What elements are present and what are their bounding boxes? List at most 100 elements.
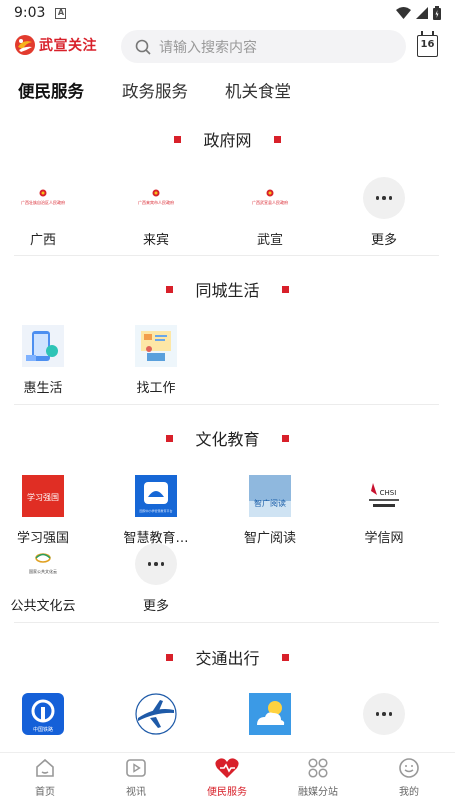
tabbar-video[interactable]: 视讯 (101, 757, 171, 798)
section-title-text: 政府网 (203, 131, 252, 150)
search-input[interactable]: 请输入搜索内容 (159, 37, 257, 57)
transport-item-more[interactable] (338, 692, 430, 745)
logo-text: 广西壮族自治区人民政府 (21, 199, 65, 205)
title-dot (166, 285, 174, 293)
airline-icon (134, 692, 178, 736)
culture-item-more[interactable]: 更多 (110, 542, 202, 614)
laibin-gov-logo: 广西来宾市人民政府 (134, 176, 178, 220)
search-bar[interactable]: 请输入搜索内容 (121, 30, 406, 63)
section-title-text: 同城生活 (195, 281, 260, 300)
status-bar: 9:03 A (0, 0, 455, 26)
culture-item-zhiguang-reading[interactable]: 智广阅读 智广阅读 (224, 474, 316, 546)
city-item-hui-life[interactable]: 惠生活 (0, 324, 89, 396)
gov-item-laibin[interactable]: 广西来宾市人民政府 来宾 (110, 176, 202, 248)
section-divider (14, 404, 439, 405)
title-dot (174, 135, 182, 143)
logo-text: CHSI (380, 489, 397, 497)
section-divider (14, 255, 439, 256)
item-label: 更多 (370, 233, 397, 248)
gov-item-wuxuan[interactable]: 广西武宣县人民政府 武宣 (224, 176, 316, 248)
culture-item-smart-education[interactable]: 国家中小学智慧教育平台 智慧教育… (110, 474, 202, 546)
transport-item-airline[interactable] (110, 692, 202, 745)
public-culture-cloud-icon: 国家公共文化云 (21, 542, 65, 586)
guangxi-gov-logo: 广西壮族自治区人民政府 (21, 176, 65, 220)
tabbar-label: 首页 (35, 787, 55, 798)
calendar-icon[interactable]: 16 (417, 31, 438, 57)
item-label: 武宣 (256, 233, 283, 248)
home-icon (36, 758, 54, 777)
china-railway-icon: 中国铁路 (21, 692, 65, 736)
title-dot (273, 135, 281, 143)
status-time: 9:03 (14, 5, 46, 21)
wifi-icon (396, 7, 411, 19)
tab-canteen[interactable]: 机关食堂 (225, 78, 291, 102)
section-title-gov: 政府网 (0, 127, 455, 151)
chsi-icon: CHSI (362, 474, 406, 518)
wuxuan-gov-logo: 广西武宣县人民政府 (248, 176, 292, 220)
tabbar-label: 视讯 (126, 787, 146, 798)
section-title-text: 交通出行 (195, 649, 260, 668)
logo-text: 国家公共文化云 (29, 568, 57, 574)
tab-government-services[interactable]: 政务服务 (122, 78, 188, 102)
section-title-city: 同城生活 (0, 277, 455, 301)
smart-education-icon: 国家中小学智慧教育平台 (134, 474, 178, 518)
title-dot (281, 434, 289, 442)
logo-text: 智广阅读 (254, 498, 286, 508)
section-title-transport: 交通出行 (0, 645, 455, 669)
logo-text: 学习强国 (27, 492, 59, 502)
title-dot (166, 653, 174, 661)
video-icon (126, 759, 146, 777)
transport-item-railway[interactable]: 中国铁路 (0, 692, 89, 745)
item-label: 广西 (29, 233, 56, 248)
city-item-find-job[interactable]: 找工作 (110, 324, 202, 396)
more-icon (363, 693, 405, 735)
culture-item-public-culture-cloud[interactable]: 国家公共文化云 公共文化云 (0, 542, 89, 614)
service-tabs: 便民服务 政务服务 机关食堂 (0, 76, 455, 106)
title-dot (166, 434, 174, 442)
app-logo-text: 武宣关注 (39, 38, 97, 54)
item-label: 更多 (142, 599, 169, 614)
find-job-icon (134, 324, 178, 368)
profile-icon (399, 758, 419, 778)
bottom-tab-bar: 首页 视讯 便民服务 融媒分站 我的 (0, 752, 455, 808)
tabbar-label: 便民服务 (207, 787, 247, 798)
tabbar-convenience[interactable]: 便民服务 (192, 757, 262, 798)
wuxuan-logo-icon (15, 35, 35, 55)
section-divider (14, 622, 439, 623)
title-dot (281, 653, 289, 661)
more-icon (363, 177, 405, 219)
tabbar-label: 融媒分站 (298, 787, 338, 798)
xuexi-qiangguo-icon: 学习强国 (21, 474, 65, 518)
battery-icon (433, 6, 441, 20)
logo-text: 国家中小学智慧教育平台 (139, 508, 172, 513)
title-dot (281, 285, 289, 293)
more-icon (135, 543, 177, 585)
tabbar-profile[interactable]: 我的 (374, 757, 444, 798)
signal-icon (416, 7, 428, 19)
item-label: 来宾 (142, 233, 169, 248)
culture-item-chsi[interactable]: CHSI 学信网 (338, 474, 430, 546)
culture-item-xuexi[interactable]: 学习强国 学习强国 (0, 474, 89, 546)
section-title-text: 文化教育 (195, 430, 260, 449)
app-logo: 武宣关注 (14, 34, 97, 56)
item-label: 智广阅读 (243, 531, 296, 546)
weather-icon (248, 692, 292, 736)
hui-life-icon (21, 324, 65, 368)
gov-item-guangxi[interactable]: 广西壮族自治区人民政府 广西 (0, 176, 89, 248)
item-label: 公共文化云 (10, 599, 76, 614)
tabbar-home[interactable]: 首页 (10, 757, 80, 798)
section-title-culture: 文化教育 (0, 426, 455, 450)
grid-icon (308, 758, 328, 778)
search-icon (135, 39, 151, 55)
tabbar-label: 我的 (399, 787, 419, 798)
logo-text: 广西武宣县人民政府 (252, 199, 288, 205)
tab-convenience[interactable]: 便民服务 (18, 78, 84, 102)
item-label: 找工作 (136, 381, 176, 396)
notification-icon: A (55, 7, 67, 19)
transport-item-weather[interactable] (224, 692, 316, 745)
item-label: 惠生活 (23, 381, 63, 396)
tabbar-media-station[interactable]: 融媒分站 (283, 757, 353, 798)
heart-icon (215, 758, 239, 778)
gov-item-more[interactable]: 更多 (338, 176, 430, 248)
logo-text: 中国铁路 (33, 726, 53, 733)
